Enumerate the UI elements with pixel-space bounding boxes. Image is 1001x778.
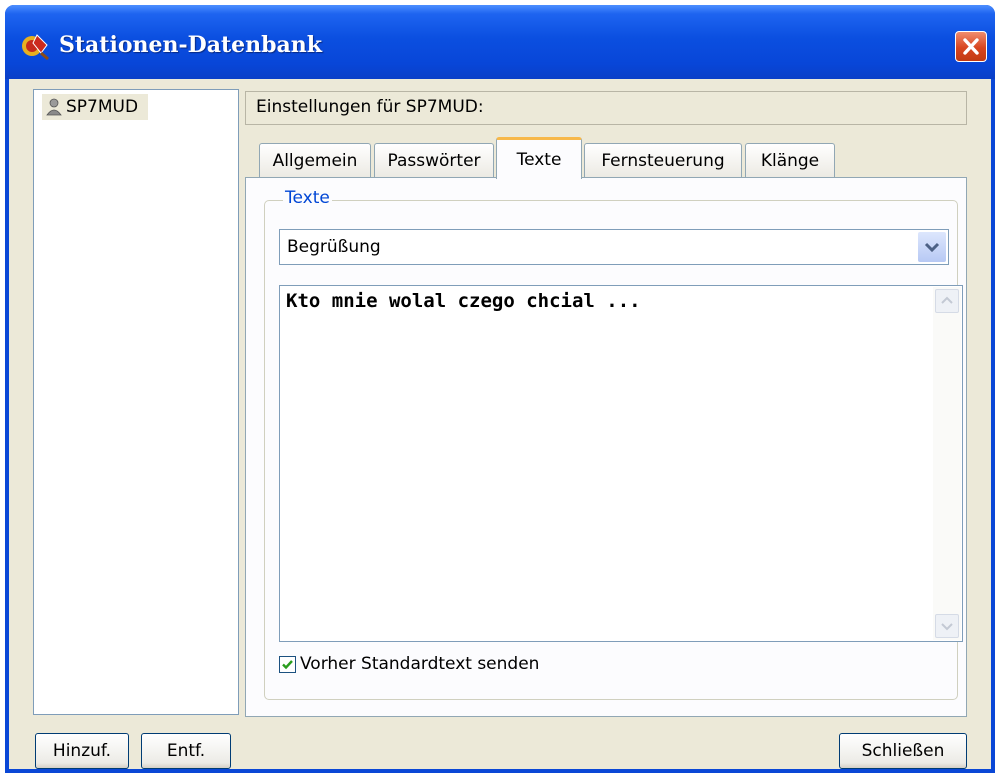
scroll-down-button[interactable] — [935, 614, 959, 638]
station-list[interactable]: SP7MUD — [33, 89, 239, 715]
tab-fernsteuerung[interactable]: Fernsteuerung — [584, 143, 742, 177]
station-label: SP7MUD — [66, 97, 139, 117]
rocket-app-icon — [22, 34, 49, 61]
texte-groupbox: Texte Begrüßung Kto mnie wolal czego chc… — [264, 188, 963, 700]
chevron-down-icon — [924, 242, 940, 253]
vertical-scrollbar[interactable] — [933, 287, 961, 640]
group-label: Texte — [283, 188, 332, 208]
client-area: SP7MUD Einstellungen für SP7MUD: Allgeme… — [9, 79, 991, 769]
window-title: Stationen-Datenbank — [59, 32, 322, 58]
standard-text-checkbox[interactable] — [279, 655, 296, 673]
scroll-up-icon — [941, 296, 953, 304]
text-editor[interactable]: Kto mnie wolal czego chcial ... — [279, 285, 963, 642]
tab-allgemein[interactable]: Allgemein — [259, 143, 371, 177]
dropdown-value: Begrüßung — [287, 237, 381, 257]
tab-passwoerter[interactable]: Passwörter — [374, 143, 494, 177]
close-icon — [963, 38, 979, 55]
checkbox-label: Vorher Standardtext senden — [300, 654, 540, 674]
scroll-down-icon — [941, 623, 953, 631]
scroll-up-button[interactable] — [935, 289, 959, 313]
add-button[interactable]: Hinzuf. — [35, 733, 129, 769]
title-bar[interactable]: Stationen-Datenbank — [5, 5, 995, 79]
tab-texte[interactable]: Texte — [496, 137, 582, 179]
close-button[interactable]: Schließen — [839, 733, 967, 769]
tab-klaenge[interactable]: Klänge — [745, 143, 835, 177]
close-window-button[interactable] — [955, 31, 987, 62]
text-content: Kto mnie wolal czego chcial ... — [286, 290, 641, 312]
standard-text-option[interactable]: Vorher Standardtext senden — [279, 654, 539, 674]
app-window: Stationen-Datenbank SP7MUD Einstellungen… — [5, 5, 995, 773]
checkmark-icon — [282, 659, 293, 669]
texte-tab-pane: Texte Begrüßung Kto mnie wolal czego chc… — [245, 177, 967, 717]
settings-header: Einstellungen für SP7MUD: — [245, 91, 967, 125]
dropdown-button[interactable] — [918, 232, 946, 262]
station-item-sp7mud[interactable]: SP7MUD — [42, 94, 149, 120]
person-icon — [46, 98, 62, 116]
remove-button[interactable]: Entf. — [141, 733, 231, 769]
text-type-dropdown[interactable]: Begrüßung — [279, 229, 949, 265]
